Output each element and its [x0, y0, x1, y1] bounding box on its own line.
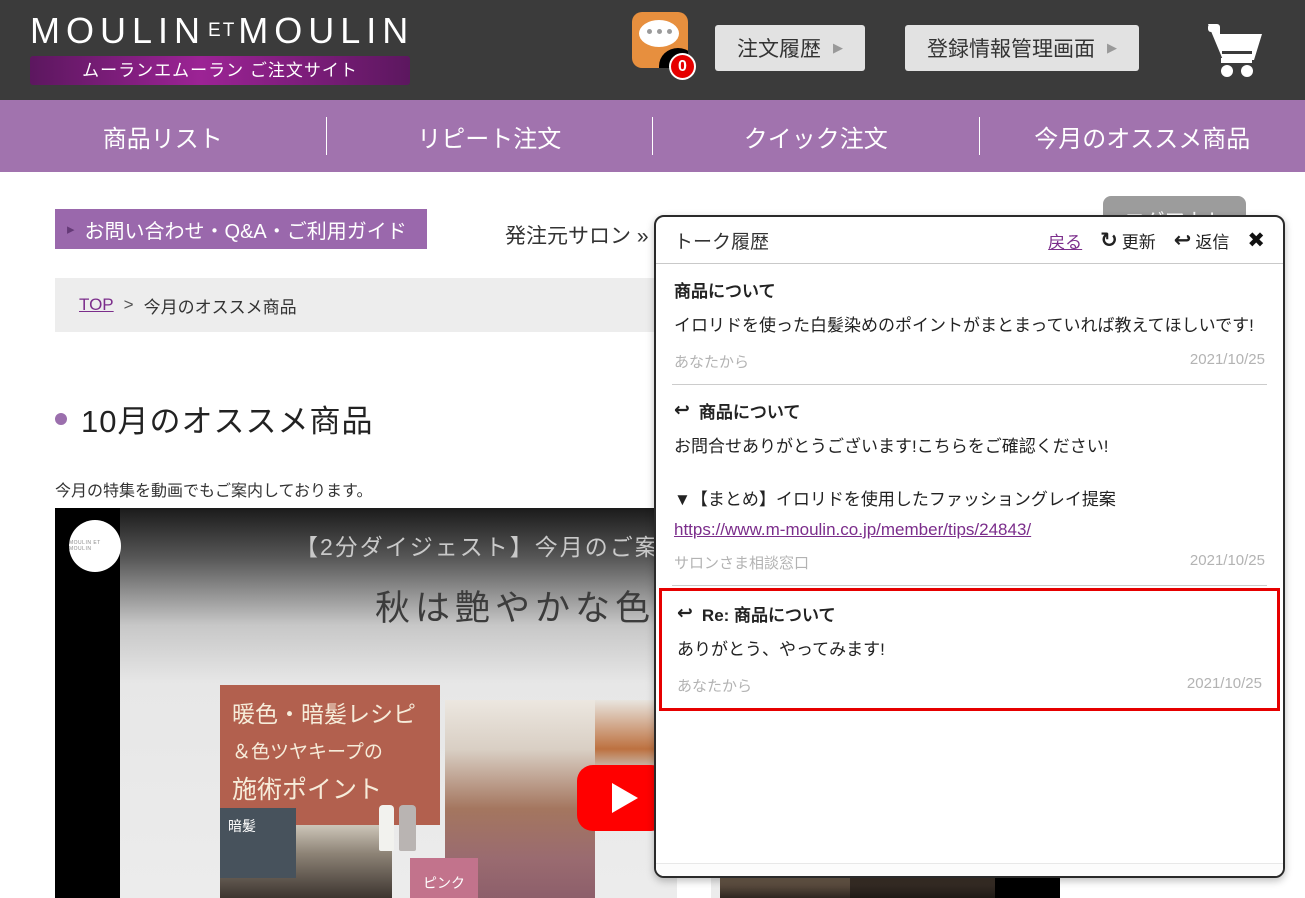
panel-footer — [656, 863, 1283, 876]
message-list: 商品について イロリドを使った白髪染めのポイントがまとまっていれば教えてほしいで… — [656, 264, 1283, 711]
product-tube-icon — [379, 805, 394, 851]
talk-history-panel: トーク履歴 戻る ↻ 更新 ↩ 返信 ✖ 商品について イロリドを使った白髪染め… — [654, 215, 1285, 878]
play-icon — [612, 783, 638, 813]
recipe-callout: 暖色・暗髪レシピ ＆色ツヤキープの 施術ポイント — [220, 685, 440, 825]
page: MOULINETMOULIN ムーランエムーラン ご注文サイト 0 注文履歴 ▶… — [0, 0, 1305, 898]
panel-header: トーク履歴 戻る ↻ 更新 ↩ 返信 ✖ — [656, 217, 1283, 264]
breadcrumb-separator: > — [124, 295, 134, 315]
page-heading: 10月のオススメ商品 — [55, 396, 373, 441]
message-item: 商品について イロリドを使った白髪染めのポイントがまとまっていれば教えてほしいで… — [672, 264, 1267, 385]
back-link[interactable]: 戻る — [1048, 228, 1082, 253]
message-title: ↩ 商品について — [674, 398, 1265, 423]
message-title: ↩ Re: 商品について — [677, 601, 1262, 626]
message-footer: あなたから 2021/10/25 — [674, 351, 1265, 372]
order-history-button[interactable]: 注文履歴 ▶ — [715, 25, 865, 71]
refresh-button[interactable]: ↻ 更新 — [1100, 228, 1156, 253]
nav-item-product-list[interactable]: 商品リスト — [0, 119, 326, 154]
arrow-right-icon: ▶ — [833, 40, 843, 56]
arrow-right-icon: ▶ — [1107, 40, 1117, 56]
product-tube-icon — [399, 805, 416, 851]
logo-subtitle-badge: ムーランエムーラン ご注文サイト — [30, 56, 410, 85]
close-icon: ✖ — [1247, 229, 1265, 252]
bullet-ring-icon — [55, 413, 67, 425]
message-body: ありがとう、やってみます! — [677, 637, 1262, 663]
intro-text: 今月の特集を動画でもご案内しております。 — [55, 477, 372, 501]
breadcrumb-current: 今月のオススメ商品 — [144, 293, 297, 318]
chevron-right-icon: ▸ — [67, 220, 75, 238]
nav-item-monthly-recommended[interactable]: 今月のオススメ商品 — [980, 119, 1305, 154]
reply-icon: ↩ — [677, 602, 693, 625]
message-summary: ▼【まとめ】イロリドを使用したファッショングレイ提案 — [674, 485, 1265, 510]
message-sender: サロンさま相談窓口 — [674, 552, 809, 573]
chat-unread-badge: 0 — [669, 53, 696, 80]
tips-link[interactable]: https://www.m-moulin.co.jp/member/tips/2… — [674, 520, 1031, 540]
cart-icon — [1200, 20, 1266, 82]
contact-guide-button[interactable]: ▸ お問い合わせ・Q&A・ご利用ガイド — [55, 209, 427, 249]
top-header: MOULINETMOULIN ムーランエムーラン ご注文サイト 0 注文履歴 ▶… — [0, 0, 1305, 100]
account-management-button[interactable]: 登録情報管理画面 ▶ — [905, 25, 1139, 71]
nav-item-repeat-order[interactable]: リピート注文 — [327, 119, 653, 154]
reply-icon: ↩ — [1174, 228, 1192, 253]
message-title: 商品について — [674, 277, 1265, 302]
message-item: ↩ 商品について お問合せありがとうございます!こちらをご確認ください! ▼【ま… — [672, 385, 1267, 587]
site-logo[interactable]: MOULINETMOULIN ムーランエムーラン ご注文サイト — [30, 10, 410, 85]
message-body: お問合せありがとうございます!こちらをご確認ください! — [674, 434, 1265, 460]
message-body: イロリドを使った白髪染めのポイントがまとまっていれば教えてほしいです! — [674, 313, 1265, 339]
message-sender: あなたから — [674, 351, 749, 372]
message-item: ↩ Re: 商品について ありがとう、やってみます! あなたから 2021/10… — [677, 601, 1262, 696]
chat-button[interactable]: 0 — [632, 12, 696, 82]
message-date: 2021/10/25 — [1190, 351, 1265, 372]
message-date: 2021/10/25 — [1190, 552, 1265, 573]
cart-button[interactable] — [1200, 20, 1266, 82]
refresh-icon: ↻ — [1100, 228, 1118, 253]
message-sender: あなたから — [677, 675, 752, 696]
nav-item-quick-order[interactable]: クイック注文 — [653, 119, 979, 154]
pink-label: ピンク — [410, 858, 478, 898]
reply-button[interactable]: ↩ 返信 — [1174, 228, 1230, 253]
close-button[interactable]: ✖ — [1247, 228, 1265, 253]
reply-icon: ↩ — [674, 399, 690, 422]
main-nav: 商品リスト リピート注文 クイック注文 今月のオススメ商品 — [0, 100, 1305, 172]
panel-title: トーク履歴 — [674, 227, 1048, 254]
page-title: 10月のオススメ商品 — [81, 396, 373, 441]
video-channel-logo: MOULIN ET MOULIN — [69, 520, 121, 572]
message-footer: あなたから 2021/10/25 — [677, 675, 1262, 696]
breadcrumb-home-link[interactable]: TOP — [79, 295, 114, 315]
message-date: 2021/10/25 — [1187, 675, 1262, 696]
message-footer: サロンさま相談窓口 2021/10/25 — [674, 552, 1265, 573]
highlighted-message-box: ↩ Re: 商品について ありがとう、やってみます! あなたから 2021/10… — [659, 588, 1280, 711]
dark-hair-label: 暗髪 — [220, 808, 296, 878]
ordering-salon-label: 発注元サロン » — [505, 220, 649, 250]
logo-title: MOULINETMOULIN — [30, 10, 410, 52]
